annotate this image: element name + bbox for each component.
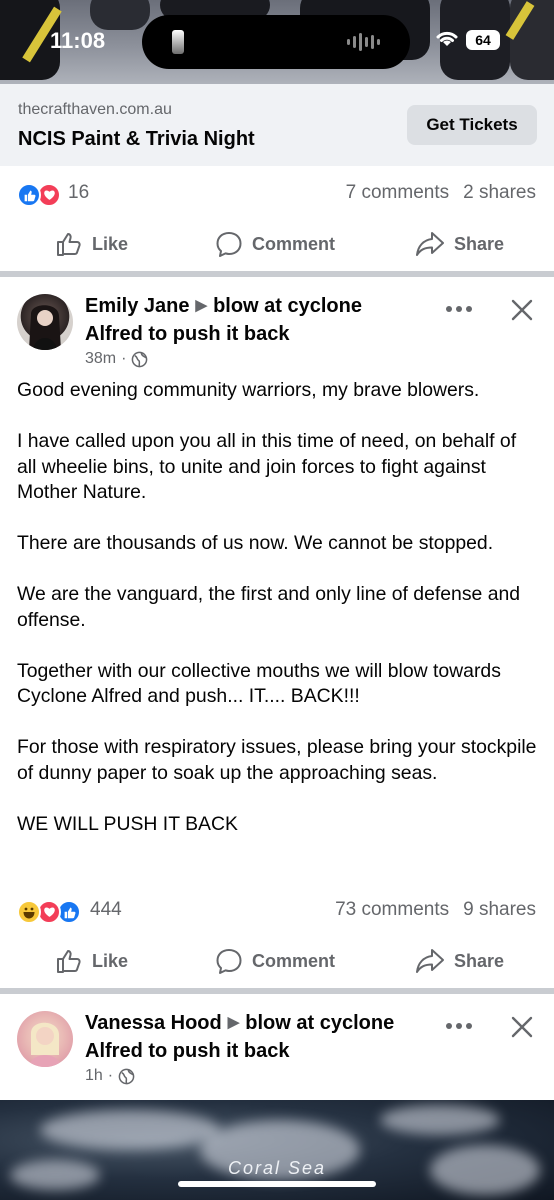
globe-icon [132, 351, 148, 367]
post-like-button[interactable]: Like [55, 938, 128, 984]
post-engagement-stats: 73 comments 9 shares [335, 899, 536, 921]
comment-label: Comment [252, 950, 336, 971]
dynamic-island [142, 15, 410, 69]
status-time: 11:08 [50, 28, 106, 53]
ad-reaction-count[interactable]: 16 [68, 182, 89, 204]
post-meta: 1h · [85, 1067, 135, 1085]
group-name[interactable]: blow at cyclone [245, 1012, 394, 1034]
map-label: Coral Sea [227, 1158, 327, 1178]
more-dots-icon[interactable] [446, 306, 472, 312]
post-divider [0, 988, 554, 994]
ad-stats-row: 16 7 comments 2 shares [0, 180, 554, 210]
post-time[interactable]: 1h [85, 1067, 103, 1085]
author-name[interactable]: Emily Jane [85, 295, 190, 317]
group-name[interactable]: blow at cyclone [213, 295, 362, 317]
post-stats-row: 444 73 comments 9 shares [0, 897, 554, 927]
ad-like-button[interactable]: Like [55, 221, 128, 267]
live-activity-icon [172, 30, 184, 54]
post-action-row: Like Comment Share [0, 938, 554, 984]
share-arrow-icon [416, 949, 444, 973]
group-name-continued[interactable]: Alfred to push it back [85, 320, 289, 348]
ad-share-count[interactable]: 2 shares [463, 182, 536, 203]
post-paragraph: I have called upon you all in this time … [17, 430, 517, 503]
ad-engagement-stats: 7 comments 2 shares [346, 182, 536, 204]
post-paragraph: Good evening community warriors, my brav… [17, 379, 480, 401]
comment-label: Comment [252, 233, 336, 254]
group-arrow-icon: ▶ [195, 297, 208, 314]
share-arrow-icon [416, 232, 444, 256]
home-indicator [178, 1181, 376, 1187]
avatar[interactable] [17, 1011, 73, 1067]
close-x-icon[interactable] [510, 1015, 534, 1039]
like-label: Like [92, 950, 129, 971]
like-reaction-icon [17, 183, 41, 207]
close-x-icon[interactable] [510, 298, 534, 322]
ad-comment-count[interactable]: 7 comments [346, 182, 449, 203]
post-paragraph: WE WILL PUSH IT BACK [17, 812, 238, 835]
post-divider [0, 271, 554, 277]
share-label: Share [454, 950, 505, 971]
ad-comment-button[interactable]: Comment [215, 221, 335, 267]
audio-wave-icon [347, 33, 380, 51]
globe-icon [118, 1068, 135, 1084]
ad-title[interactable]: NCIS Paint & Trivia Night [18, 128, 255, 151]
post-reaction-count[interactable]: 444 [90, 899, 122, 921]
post-paragraph: We are the vanguard, the first and only … [17, 583, 521, 631]
post-comment-button[interactable]: Comment [215, 938, 335, 984]
ad-action-row: Like Comment Share [0, 221, 554, 267]
thumbs-up-icon [57, 950, 81, 973]
post-share-button[interactable]: Share [415, 938, 504, 984]
post-paragraph: For those with respiratory issues, pleas… [17, 736, 537, 784]
post-time[interactable]: 38m [85, 350, 116, 368]
ad-domain: thecrafthaven.com.au [18, 101, 172, 118]
post-author-line: Emily Jane ▶ blow at cyclone [85, 292, 362, 322]
status-bar: 11:08 64 [0, 0, 554, 84]
haha-reaction-icon [17, 900, 41, 924]
ad-link-card[interactable]: thecrafthaven.com.au NCIS Paint & Trivia… [0, 84, 554, 166]
like-label: Like [92, 233, 129, 254]
group-arrow-icon: ▶ [227, 1014, 240, 1031]
thumbs-up-icon [57, 233, 81, 256]
post-comment-count[interactable]: 73 comments [335, 899, 449, 920]
post-paragraph: There are thousands of us now. We cannot… [17, 532, 494, 554]
share-label: Share [454, 233, 505, 254]
post-author-line: Vanessa Hood ▶ blow at cyclone [85, 1009, 394, 1039]
post-share-count[interactable]: 9 shares [463, 899, 536, 920]
post-meta: 38m · [85, 350, 148, 368]
wifi-icon [436, 31, 458, 46]
speech-bubble-icon [216, 232, 242, 257]
more-dots-icon[interactable] [446, 1023, 472, 1029]
battery-indicator: 64 [466, 30, 500, 50]
post-paragraph: Together with our collective mouths we w… [17, 659, 501, 708]
author-name[interactable]: Vanessa Hood [85, 1012, 222, 1034]
group-name-continued[interactable]: Alfred to push it back [85, 1037, 289, 1065]
speech-bubble-icon [216, 949, 242, 974]
ad-share-button[interactable]: Share [415, 221, 504, 267]
avatar[interactable] [17, 294, 73, 350]
post-body: Good evening community warriors, my brav… [17, 378, 539, 863]
get-tickets-button[interactable]: Get Tickets [407, 105, 537, 145]
